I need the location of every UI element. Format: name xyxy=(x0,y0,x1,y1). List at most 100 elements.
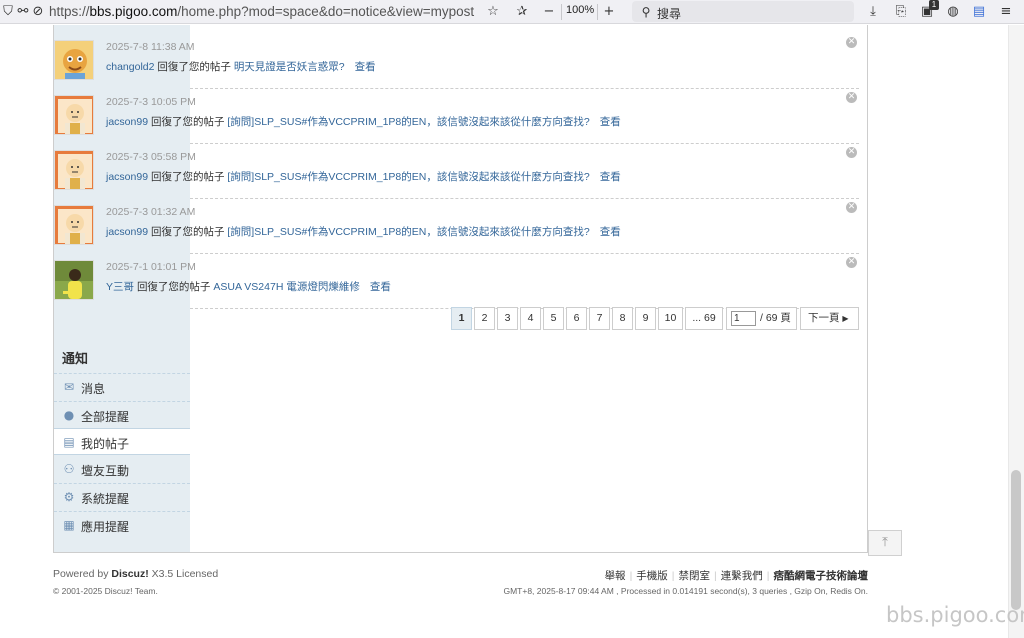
page-button-5[interactable]: 5 xyxy=(543,307,564,330)
globe-icon[interactable]: ◍ xyxy=(944,3,962,21)
powered-version: X3.5 Licensed xyxy=(151,568,219,580)
footer-link-report[interactable]: 舉報 xyxy=(605,570,626,582)
browser-toolbar: ⛉ ⚯ ⊘ https://bbs.pigoo.com/home.php?mod… xyxy=(0,0,1024,24)
avatar[interactable] xyxy=(54,40,94,80)
scrollbar-thumb[interactable] xyxy=(1011,470,1021,610)
sidebar-item-all-reminders[interactable]: ● 全部提醒 xyxy=(54,401,190,428)
zoom-out-icon[interactable]: − xyxy=(540,3,558,21)
sidebar-item-my-posts[interactable]: ▤ 我的帖子 xyxy=(54,428,190,455)
url-host: bbs.pigoo.com xyxy=(89,4,178,19)
search-box[interactable]: ⚲ 搜尋 xyxy=(632,1,854,22)
close-icon[interactable]: ✕ xyxy=(846,147,857,158)
avatar[interactable] xyxy=(54,95,94,135)
sidebar-item-apps[interactable]: ▦ 應用提醒 xyxy=(54,511,190,538)
reader-icon[interactable]: ✰ xyxy=(513,3,531,21)
page-total: / 69 頁 xyxy=(760,312,791,324)
person-icon: ● xyxy=(63,408,75,422)
footer-link-contact[interactable]: 連繫我們 xyxy=(721,570,763,582)
notice-item: 2025-7-1 01:01 PM Y三哥 回復了您的帖子 ASUA VS247… xyxy=(54,254,867,309)
close-icon[interactable]: ✕ xyxy=(846,37,857,48)
notice-thread-link[interactable]: 明天見證是否妖言惑眾? xyxy=(234,61,345,73)
next-page-label: 下一頁 xyxy=(808,312,840,324)
avatar[interactable] xyxy=(54,150,94,190)
interaction-icon: ⚇ xyxy=(63,462,75,476)
view-link[interactable]: 查看 xyxy=(355,61,376,73)
notice-thread-link[interactable]: ASUA VS247H 電源燈閃爍維修 xyxy=(213,281,359,293)
address-bar[interactable]: https://bbs.pigoo.com/home.php?mod=space… xyxy=(49,4,474,19)
translate-icon[interactable]: ▤ xyxy=(970,3,988,21)
view-link[interactable]: 查看 xyxy=(600,226,621,238)
notice-text: jacson99 回復了您的帖子 [詢問]SLP_SUS#作為VCCPRIM_1… xyxy=(106,224,621,239)
page-button-4[interactable]: 4 xyxy=(520,307,541,330)
view-link[interactable]: 查看 xyxy=(370,281,391,293)
notice-item: 2025-7-8 11:38 AM changold2 回復了您的帖子 明天見證… xyxy=(54,34,867,89)
extensions-icon[interactable]: ⎘ xyxy=(892,3,910,21)
view-link[interactable]: 查看 xyxy=(600,116,621,128)
page-button-6[interactable]: 6 xyxy=(566,307,587,330)
envelope-icon: ✉ xyxy=(63,380,75,394)
notice-user-link[interactable]: jacson99 xyxy=(106,226,148,238)
zoom-in-icon[interactable]: + xyxy=(600,3,618,21)
page-button-2[interactable]: 2 xyxy=(474,307,495,330)
sidebar-item-interaction[interactable]: ⚇ 壇友互動 xyxy=(54,456,190,483)
notice-text: Y三哥 回復了您的帖子 ASUA VS247H 電源燈閃爍維修 查看 xyxy=(106,279,391,294)
sidebar-item-label: 消息 xyxy=(81,382,106,396)
view-link[interactable]: 查看 xyxy=(600,171,621,183)
page-button-last[interactable]: ... 69 xyxy=(685,307,723,330)
download-icon[interactable]: ⤓ xyxy=(864,3,882,21)
page-button-1[interactable]: 1 xyxy=(451,307,472,330)
powered-prefix: Powered by xyxy=(53,568,109,580)
next-page-button[interactable]: 下一頁 ▶ xyxy=(800,307,859,330)
sidebar-item-messages[interactable]: ✉ 消息 xyxy=(54,373,190,400)
posts-icon: ▤ xyxy=(63,435,75,449)
sidebar-item-system[interactable]: ⚙ 系統提醒 xyxy=(54,483,190,510)
notice-time: 2025-7-1 01:01 PM xyxy=(106,261,196,273)
page-button-3[interactable]: 3 xyxy=(497,307,518,330)
sidebar-title: 通知 xyxy=(62,351,89,366)
back-to-top-button[interactable]: ⤒ xyxy=(868,530,902,556)
notice-user-link[interactable]: jacson99 xyxy=(106,116,148,128)
search-placeholder: 搜尋 xyxy=(657,7,682,21)
page-button-9[interactable]: 9 xyxy=(635,307,656,330)
notifications-off-icon[interactable]: ⊘ xyxy=(29,3,47,21)
bookmark-star-icon[interactable]: ☆ xyxy=(484,3,502,21)
page-button-10[interactable]: 10 xyxy=(658,307,683,330)
close-icon[interactable]: ✕ xyxy=(846,202,857,213)
footer-link-mobile[interactable]: 手機版 xyxy=(636,570,668,582)
powered-brand[interactable]: Discuz! xyxy=(111,568,148,580)
page-button-8[interactable]: 8 xyxy=(612,307,633,330)
notice-thread-link[interactable]: [詢問]SLP_SUS#作為VCCPRIM_1P8的EN，該信號沒起來該從什麼方… xyxy=(227,226,589,238)
notice-text: jacson99 回復了您的帖子 [詢問]SLP_SUS#作為VCCPRIM_1… xyxy=(106,114,621,129)
notice-time: 2025-7-3 10:05 PM xyxy=(106,96,196,108)
toolbar-divider xyxy=(561,4,562,20)
zoom-level[interactable]: 100% xyxy=(566,4,594,16)
avatar[interactable] xyxy=(54,260,94,300)
page-jump-input[interactable]: 1 xyxy=(731,311,756,326)
notice-time: 2025-7-3 05:58 PM xyxy=(106,151,196,163)
menu-icon[interactable]: ≡ xyxy=(997,3,1015,21)
toolbar-divider xyxy=(597,4,598,20)
notice-thread-link[interactable]: [詢問]SLP_SUS#作為VCCPRIM_1P8的EN，該信號沒起來該從什麼方… xyxy=(227,171,589,183)
notice-thread-link[interactable]: [詢問]SLP_SUS#作為VCCPRIM_1P8的EN，該信號沒起來該從什麼方… xyxy=(227,116,589,128)
close-icon[interactable]: ✕ xyxy=(846,92,857,103)
chevron-right-icon: ▶ xyxy=(842,314,849,323)
arrow-up-icon: ⤒ xyxy=(882,535,888,550)
copyright: © 2001-2025 Discuz! Team. xyxy=(53,586,158,596)
notice-item: 2025-7-3 10:05 PM jacson99 回復了您的帖子 [詢問]S… xyxy=(54,89,867,144)
footer-links: 舉報 | 手機版 | 禁閉室 | 連繫我們 | 痞酷網電子技術論壇 xyxy=(604,570,869,582)
notice-user-link[interactable]: changold2 xyxy=(106,61,154,73)
sidebar-item-label: 應用提醒 xyxy=(81,520,130,534)
watermark: bbs.pigoo.com xyxy=(886,603,1024,627)
notice-user-link[interactable]: Y三哥 xyxy=(106,281,134,293)
notice-text: changold2 回復了您的帖子 明天見證是否妖言惑眾? 查看 xyxy=(106,59,376,74)
footer-site-name[interactable]: 痞酷網電子技術論壇 xyxy=(774,570,869,582)
notice-action: 回復了您的帖子 xyxy=(150,226,225,238)
page-button-7[interactable]: 7 xyxy=(589,307,610,330)
notice-action: 回復了您的帖子 xyxy=(136,281,211,293)
notice-user-link[interactable]: jacson99 xyxy=(106,171,148,183)
avatar[interactable] xyxy=(54,205,94,245)
close-icon[interactable]: ✕ xyxy=(846,257,857,268)
footer-link-banned[interactable]: 禁閉室 xyxy=(679,570,711,582)
sidebar-item-label: 我的帖子 xyxy=(81,437,130,451)
notice-time: 2025-7-3 01:32 AM xyxy=(106,206,196,218)
